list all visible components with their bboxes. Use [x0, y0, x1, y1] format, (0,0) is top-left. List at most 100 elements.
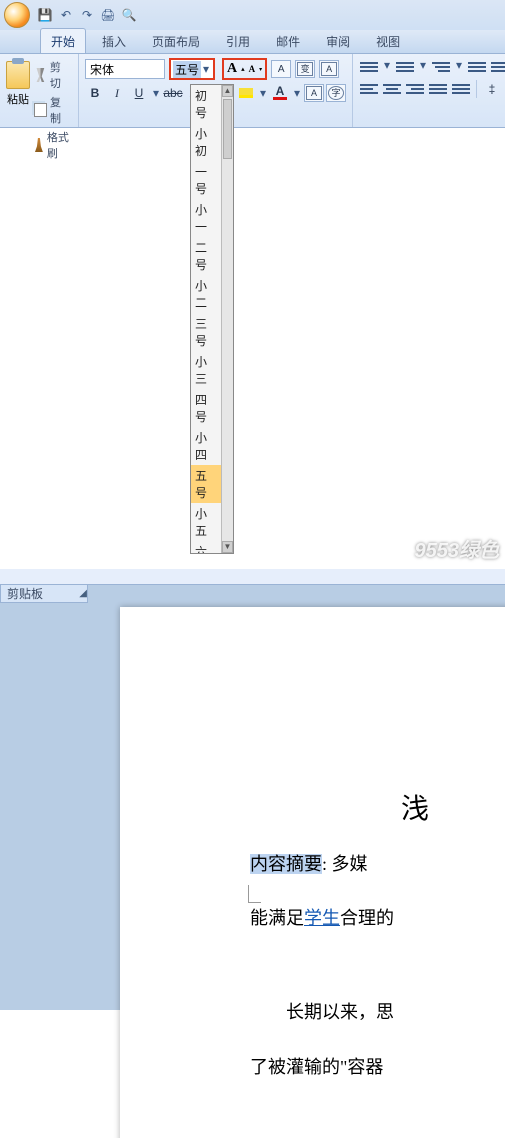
doc-title: 浅 [250, 787, 505, 827]
qat-redo-icon[interactable]: ↷ [78, 6, 96, 24]
align-center-button[interactable] [382, 80, 402, 98]
font-size-option[interactable]: 小一 [191, 199, 221, 237]
qat-preview-icon[interactable]: 🔍 [120, 6, 138, 24]
grow-shrink-box: A▴ A▾ [222, 58, 267, 80]
enclose-char-button[interactable]: 字 [326, 84, 346, 102]
underline-button[interactable]: U [129, 84, 149, 102]
tab-review[interactable]: 审阅 [316, 29, 360, 53]
qat-print-icon[interactable]: 🖨 [99, 6, 117, 24]
cut-icon [34, 68, 47, 82]
indent-dec-icon [468, 59, 486, 75]
qat-undo-icon[interactable]: ↶ [57, 6, 75, 24]
tab-layout[interactable]: 页面布局 [142, 29, 210, 53]
align-left-button[interactable] [359, 80, 379, 98]
copy-button[interactable]: 复制 [32, 93, 72, 127]
format-painter-label: 格式刷 [47, 129, 70, 161]
highlight-button[interactable] [236, 84, 256, 102]
highlight-more-icon[interactable]: ▾ [258, 86, 268, 100]
font-size-dropdown[interactable]: 五号 ▾ [169, 58, 215, 80]
chevron-down-icon[interactable]: ▾ [382, 58, 392, 76]
numbering-button[interactable] [395, 58, 415, 76]
office-button[interactable] [4, 2, 30, 28]
font-size-option[interactable]: 四号 [191, 389, 221, 427]
justify-button[interactable] [428, 80, 448, 98]
font-color-button[interactable]: A [270, 84, 290, 102]
bullets-button[interactable] [359, 58, 379, 76]
font-size-option[interactable]: 二号 [191, 237, 221, 275]
char-border-button[interactable]: A [319, 60, 339, 78]
tab-view[interactable]: 视图 [366, 29, 410, 53]
font-size-option[interactable]: 五号 [191, 465, 221, 503]
page[interactable]: 浅 内容摘要: 多媒 能满足学生合理的 长期以来，思 了被灌输的"容器 [120, 607, 505, 1138]
cut-button[interactable]: 剪切 [32, 58, 72, 92]
ribbon: 粘贴 剪切 复制 格式刷 [0, 54, 505, 128]
copy-label: 复制 [50, 94, 70, 126]
group-clipboard: 粘贴 剪切 复制 格式刷 [0, 54, 79, 127]
shrink-font-button[interactable]: A [249, 64, 256, 74]
highlight-icon [239, 88, 253, 98]
font-size-option[interactable]: 小五 [191, 503, 221, 541]
bold-button[interactable]: B [85, 84, 105, 102]
align-right-icon [406, 81, 424, 97]
scroll-up-icon[interactable]: ▲ [222, 85, 233, 97]
tab-insert[interactable]: 插入 [92, 29, 136, 53]
font-size-option[interactable]: 小初 [191, 123, 221, 161]
scrollbar[interactable]: ▲ ▼ [221, 85, 233, 553]
font-size-option[interactable]: 小三 [191, 351, 221, 389]
paste-button[interactable]: 粘贴 [6, 58, 30, 110]
multilevel-button[interactable] [431, 58, 451, 76]
font-color-more-icon[interactable]: ▾ [292, 86, 302, 100]
format-painter-button[interactable]: 格式刷 [32, 128, 72, 162]
paste-label: 粘贴 [7, 91, 29, 107]
chevron-down-icon[interactable]: ▾ [418, 58, 428, 76]
strike-button[interactable]: abc [163, 84, 183, 102]
font-color-icon: A [273, 86, 287, 100]
tab-home[interactable]: 开始 [40, 28, 86, 53]
tab-references[interactable]: 引用 [216, 29, 260, 53]
align-left-icon [360, 81, 378, 97]
hyperlink[interactable]: 学生 [304, 908, 340, 928]
indent-inc-button[interactable] [490, 58, 505, 76]
brush-icon [34, 138, 44, 152]
font-size-option[interactable]: 小二 [191, 275, 221, 313]
distributed-icon [452, 81, 470, 97]
italic-button[interactable]: I [107, 84, 127, 102]
scroll-thumb[interactable] [223, 99, 232, 159]
clear-format-button[interactable]: A [271, 60, 291, 78]
distributed-button[interactable] [451, 80, 471, 98]
chevron-down-icon: ▾ [201, 62, 211, 76]
char-art-button[interactable]: A [304, 84, 324, 102]
font-size-option[interactable]: 小四 [191, 427, 221, 465]
selected-text: 内容摘要 [250, 854, 322, 874]
ruler[interactable] [0, 569, 505, 585]
grow-font-button[interactable]: A [227, 61, 237, 77]
tab-mailings[interactable]: 邮件 [266, 29, 310, 53]
scroll-down-icon[interactable]: ▼ [222, 541, 233, 553]
doc-paragraph: 了被灌输的"容器 [250, 1050, 505, 1084]
align-right-button[interactable] [405, 80, 425, 98]
ribbon-tabs: 开始 插入 页面布局 引用 邮件 审阅 视图 [0, 30, 505, 54]
dialog-launcher-icon[interactable]: ◢ [79, 588, 87, 599]
indent-dec-button[interactable] [467, 58, 487, 76]
group-paragraph: ▾ ▾ ▾ ‡ ▾ [353, 54, 505, 127]
font-size-dropdown-list[interactable]: 初号小初一号小一二号小二三号小三四号小四五号小五六号小六七号八号55.56.57… [190, 84, 234, 554]
char-shading-button[interactable]: 变 [295, 60, 315, 78]
copy-icon [34, 103, 47, 117]
line-spacing-button[interactable]: ‡ [482, 80, 502, 98]
clipboard-panel-label[interactable]: 剪贴板 ◢ [0, 585, 88, 603]
font-size-option[interactable]: 六号 [191, 541, 221, 554]
font-size-option[interactable]: 初号 [191, 85, 221, 123]
font-size-value: 五号 [173, 61, 201, 78]
align-center-icon [383, 81, 401, 97]
paste-icon [6, 61, 30, 89]
indent-inc-icon [491, 59, 505, 75]
qat-save-icon[interactable]: 💾 [36, 6, 54, 24]
document-area: 剪贴板 ◢ 浅 内容摘要: 多媒 能满足学生合理的 长期以来，思 了被灌输的"容… [0, 585, 505, 1010]
font-size-option[interactable]: 一号 [191, 161, 221, 199]
chevron-down-icon[interactable]: ▾ [454, 58, 464, 76]
underline-more-icon[interactable]: ▾ [151, 86, 161, 100]
doc-paragraph: 长期以来，思 [250, 995, 505, 1029]
title-bar: 💾 ↶ ↷ 🖨 🔍 [0, 0, 505, 30]
font-name-input[interactable] [85, 59, 165, 79]
font-size-option[interactable]: 三号 [191, 313, 221, 351]
